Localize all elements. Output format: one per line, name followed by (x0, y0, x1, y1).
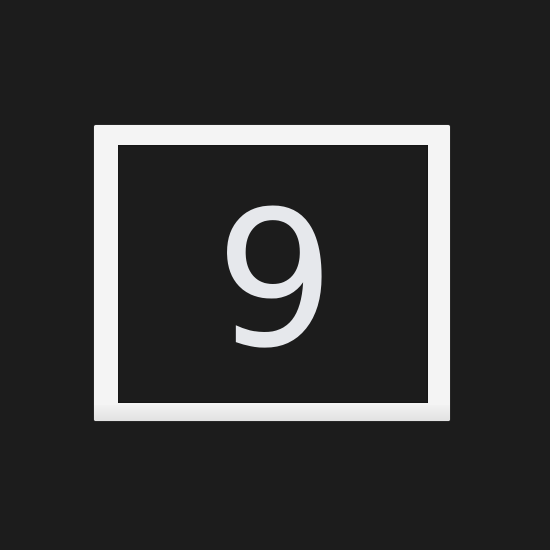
icon-canvas: 9 (0, 0, 550, 550)
number-9-icon[interactable]: 9 (94, 125, 450, 421)
icon-face: 9 (118, 145, 428, 403)
icon-digit: 9 (215, 171, 335, 390)
